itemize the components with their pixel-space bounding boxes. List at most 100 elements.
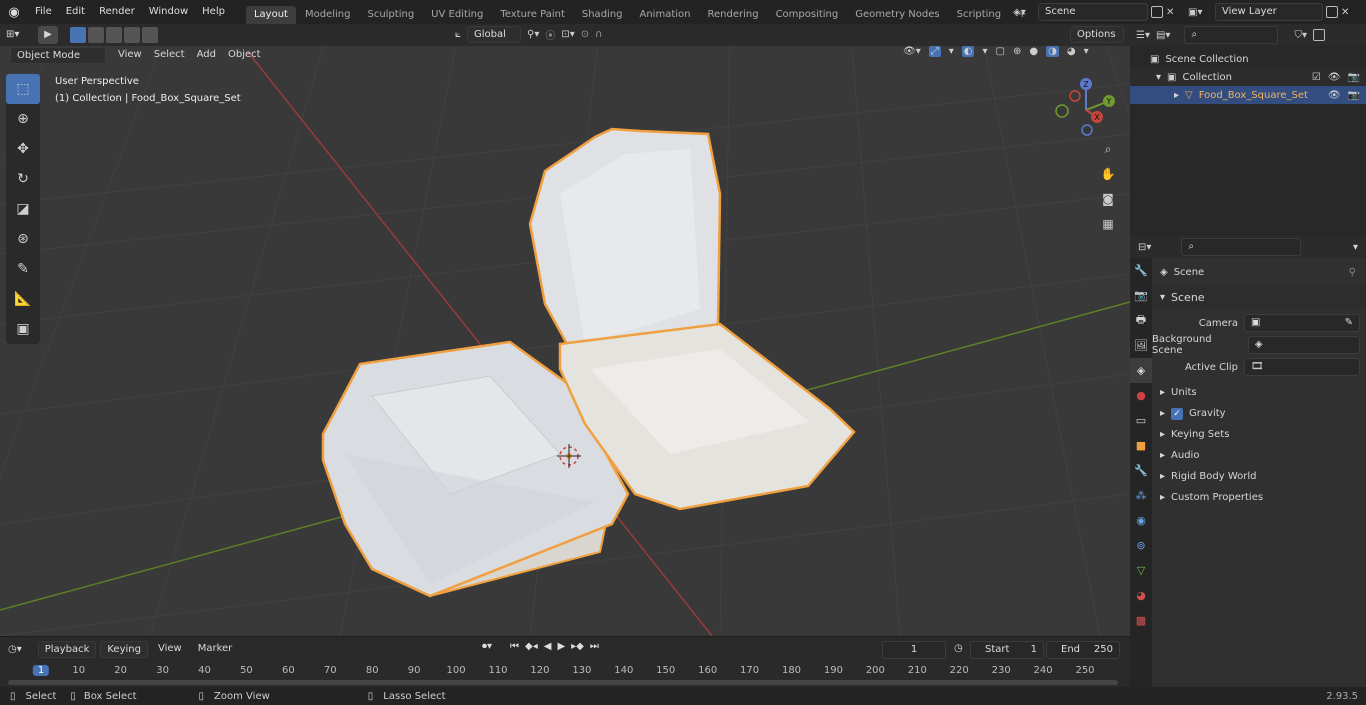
section-units[interactable]: ▸ Units xyxy=(1152,382,1366,403)
tab-layout[interactable]: Layout xyxy=(245,6,296,24)
expand-arrow-icon[interactable]: ▾ xyxy=(1160,292,1165,303)
select-mode-new-icon[interactable] xyxy=(70,27,86,43)
cursor-tool-icon[interactable]: ⊕ xyxy=(6,104,40,134)
collection-render-icon[interactable]: 📷 xyxy=(1348,72,1360,83)
gizmo-toggle-icon[interactable]: ⤢ xyxy=(928,46,941,57)
3d-viewport[interactable]: User Perspective (1) Collection | Food_B… xyxy=(0,24,1130,636)
camera-field[interactable]: ▣ ✎ xyxy=(1244,314,1360,332)
add-cube-tool-icon[interactable]: ▣ xyxy=(6,314,40,344)
timeline-marker-menu[interactable]: Marker xyxy=(192,641,239,657)
section-audio[interactable]: ▸ Audio xyxy=(1152,445,1366,466)
menu-add[interactable]: Add xyxy=(191,47,222,63)
scene-tab-icon[interactable]: ◈ xyxy=(1130,358,1152,383)
outliner-editor-icon[interactable]: ☰▾ xyxy=(1136,30,1150,41)
editor-type-icon[interactable]: ⊞▾ xyxy=(0,27,30,43)
gravity-checkbox-icon[interactable]: ✓ xyxy=(1171,407,1184,420)
xray-icon[interactable]: ▢ xyxy=(996,46,1005,57)
gizmo-menu-icon[interactable]: ▾ xyxy=(949,46,954,57)
section-custom-properties[interactable]: ▸ Custom Properties xyxy=(1152,487,1366,508)
shading-menu-icon[interactable]: ▾ xyxy=(1084,46,1089,57)
visibility-icon[interactable]: 👁▾ xyxy=(903,46,921,57)
play-reverse-icon[interactable]: ◀ xyxy=(544,641,552,652)
section-rigid-body-world[interactable]: ▸ Rigid Body World xyxy=(1152,466,1366,487)
keying-dropdown[interactable]: Keying xyxy=(100,640,148,658)
view-layer-tab-icon[interactable]: 🖼 xyxy=(1130,333,1152,358)
ortho-grid-icon[interactable]: ▦ xyxy=(1102,217,1113,238)
options-dropdown[interactable]: Options xyxy=(1070,26,1124,43)
tool-select-icon[interactable]: ▶ xyxy=(38,26,58,44)
physics-tab-icon[interactable]: ◉ xyxy=(1130,508,1152,533)
properties-options-icon[interactable]: ▾ xyxy=(1353,242,1358,253)
blender-logo-icon[interactable]: ◉ xyxy=(0,5,28,20)
overlay-toggle-icon[interactable]: ◐ xyxy=(961,46,975,57)
object-visibility-icon[interactable]: 👁 xyxy=(1328,90,1341,101)
falloff-icon[interactable]: ∩ xyxy=(595,29,602,40)
view-layer-icon[interactable]: ▣▾ xyxy=(1188,7,1212,18)
select-mode-intersect-icon[interactable] xyxy=(142,27,158,43)
menu-help[interactable]: Help xyxy=(195,0,232,24)
texture-tab-icon[interactable]: ▩ xyxy=(1130,608,1152,633)
pivot-icon[interactable]: ⚲▾ xyxy=(527,29,539,40)
properties-editor-icon[interactable]: ⊟▾ xyxy=(1138,242,1151,253)
expand-arrow-icon[interactable]: ▾ xyxy=(1156,72,1161,83)
outliner-row-object[interactable]: ▸ ▽ Food_Box_Square_Set 👁 📷 xyxy=(1130,86,1366,104)
pan-hand-icon[interactable]: ✋ xyxy=(1101,167,1116,188)
zoom-icon[interactable]: ⌕ xyxy=(1105,142,1112,163)
section-keying-sets[interactable]: ▸ Keying Sets xyxy=(1152,424,1366,445)
active-clip-field[interactable]: 🎞 xyxy=(1244,358,1360,376)
menu-edit[interactable]: Edit xyxy=(59,0,92,24)
tab-compositing[interactable]: Compositing xyxy=(768,6,847,24)
snap-target-icon[interactable]: ⊡▾ xyxy=(561,29,574,40)
timeline-view-menu[interactable]: View xyxy=(152,641,188,657)
tool-tab-icon[interactable]: 🔧 xyxy=(1130,258,1152,283)
tab-texture-paint[interactable]: Texture Paint xyxy=(492,6,573,24)
scene-icon[interactable]: ◈▾ xyxy=(1013,7,1035,18)
orientation-dropdown[interactable]: Global xyxy=(467,26,521,43)
measure-tool-icon[interactable]: 📐 xyxy=(6,284,40,314)
collection-checkbox-icon[interactable]: ☑ xyxy=(1312,72,1321,83)
menu-file[interactable]: File xyxy=(28,0,59,24)
prev-keyframe-icon[interactable]: ◆◂ xyxy=(525,641,538,652)
filter-icon[interactable]: ⛉▾ xyxy=(1294,30,1307,41)
wireframe-shading-icon[interactable]: ⊕ xyxy=(1013,46,1021,57)
tab-rendering[interactable]: Rendering xyxy=(699,6,766,24)
mode-dropdown[interactable]: Object Mode xyxy=(10,46,106,64)
camera-view-icon[interactable]: ◙ xyxy=(1102,192,1114,213)
modifier-tab-icon[interactable]: 🔧 xyxy=(1130,458,1152,483)
collection-visibility-icon[interactable]: 👁 xyxy=(1328,72,1341,83)
tab-shading[interactable]: Shading xyxy=(574,6,631,24)
eyedropper-icon[interactable]: ✎ xyxy=(1345,315,1353,331)
collection-tab-icon[interactable]: ▭ xyxy=(1130,408,1152,433)
section-gravity[interactable]: ▸ ✓ Gravity xyxy=(1152,403,1366,424)
render-tab-icon[interactable]: 📷 xyxy=(1130,283,1152,308)
proportional-edit-icon[interactable]: ⊙ xyxy=(581,29,589,40)
frame-ruler[interactable]: 1 10 20 30 40 50 60 70 80 90 100 110 120 130 140 150 160… xyxy=(0,663,1130,679)
properties-search-input[interactable]: ⌕ xyxy=(1181,238,1302,256)
menu-select[interactable]: Select xyxy=(148,47,191,63)
view-layer-field[interactable]: View Layer xyxy=(1215,3,1323,21)
tab-sculpting[interactable]: Sculpting xyxy=(359,6,422,24)
display-mode-icon[interactable]: ▤▾ xyxy=(1156,30,1170,41)
world-tab-icon[interactable]: ● xyxy=(1130,383,1152,408)
menu-view[interactable]: View xyxy=(112,47,148,63)
new-view-layer-icon[interactable] xyxy=(1326,6,1338,18)
material-tab-icon[interactable]: ◕ xyxy=(1130,583,1152,608)
outliner-row-scene-collection[interactable]: ▣ Scene Collection xyxy=(1130,50,1366,68)
menu-window[interactable]: Window xyxy=(142,0,195,24)
next-keyframe-icon[interactable]: ▸◆ xyxy=(571,641,584,652)
scene-panel-header[interactable]: ▾ Scene xyxy=(1152,286,1366,308)
scale-tool-icon[interactable]: ◪ xyxy=(6,194,40,224)
tab-geometry-nodes[interactable]: Geometry Nodes xyxy=(847,6,947,24)
tab-scripting[interactable]: Scripting xyxy=(949,6,1009,24)
select-mode-invert-icon[interactable] xyxy=(124,27,140,43)
scene-field[interactable]: Scene xyxy=(1038,3,1148,21)
move-tool-icon[interactable]: ✥ xyxy=(6,134,40,164)
rendered-shading-icon[interactable]: ◕ xyxy=(1067,46,1076,57)
overlay-menu-icon[interactable]: ▾ xyxy=(982,46,987,57)
rotate-tool-icon[interactable]: ↻ xyxy=(6,164,40,194)
menu-object[interactable]: Object xyxy=(222,47,267,63)
expand-arrow-icon[interactable]: ▸ xyxy=(1174,90,1179,101)
select-mode-extend-icon[interactable] xyxy=(88,27,104,43)
tab-modeling[interactable]: Modeling xyxy=(297,6,359,24)
object-render-icon[interactable]: 📷 xyxy=(1348,90,1360,101)
